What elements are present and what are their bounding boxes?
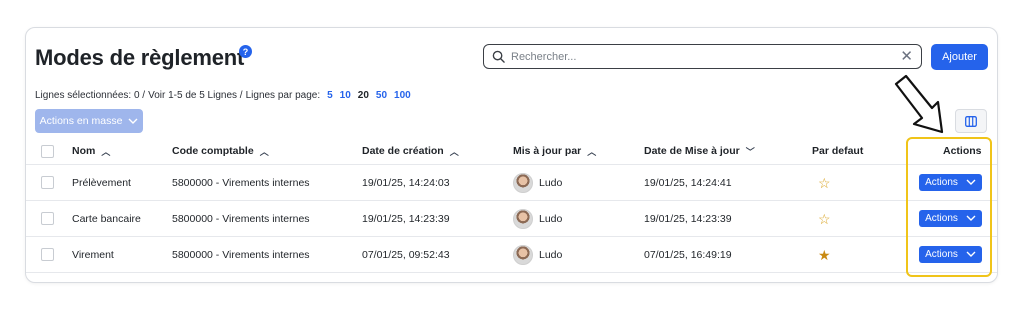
cell-nom: Carte bancaire bbox=[72, 212, 141, 225]
page-title: Modes de règlement bbox=[35, 45, 245, 70]
cell-code: 5800000 - Virements internes bbox=[172, 176, 310, 189]
per-page-5[interactable]: 5 bbox=[327, 90, 333, 101]
user-name: Ludo bbox=[539, 248, 563, 261]
payment-modes-table: Nom ︿ Code comptable ︿ Date de création ︿ M… bbox=[26, 138, 997, 273]
column-defaut-label: Par defaut bbox=[812, 145, 864, 157]
sort-asc-icon: ︿ bbox=[101, 146, 111, 157]
columns-icon bbox=[965, 115, 977, 127]
add-button[interactable]: Ajouter bbox=[931, 44, 988, 70]
column-defaut[interactable]: Par defaut bbox=[812, 138, 863, 164]
column-nom[interactable]: Nom ︿ bbox=[72, 138, 110, 164]
row-actions-button[interactable]: Actions bbox=[919, 174, 982, 191]
row-actions-label: Actions bbox=[925, 177, 958, 188]
row-actions-button[interactable]: Actions bbox=[919, 246, 982, 263]
chevron-down-icon bbox=[966, 179, 976, 185]
per-page-50[interactable]: 50 bbox=[376, 90, 387, 101]
column-code-label: Code comptable bbox=[172, 145, 254, 157]
cell-maj-date: 19/01/25, 14:24:41 bbox=[644, 176, 732, 189]
column-nom-label: Nom bbox=[72, 145, 96, 157]
avatar bbox=[513, 208, 533, 229]
star-icon[interactable]: ☆ bbox=[818, 176, 831, 190]
row-actions-label: Actions bbox=[925, 249, 958, 260]
column-maj-date[interactable]: Date de Mise à jour ﹀ bbox=[644, 138, 755, 164]
columns-button[interactable] bbox=[955, 109, 987, 133]
user-name: Ludo bbox=[539, 176, 563, 189]
cell-maj-date: 07/01/25, 16:49:19 bbox=[644, 248, 732, 261]
annotation-arrow-icon bbox=[894, 74, 944, 134]
column-creation[interactable]: Date de création ︿ bbox=[362, 138, 459, 164]
mass-actions-button[interactable]: Actions en masse bbox=[35, 109, 143, 133]
row-checkbox[interactable] bbox=[41, 176, 54, 189]
search-input[interactable] bbox=[511, 50, 901, 63]
column-maj-par[interactable]: Mis à jour par ︿ bbox=[513, 138, 596, 164]
table-row[interactable]: Carte bancaire 5800000 - Virements inter… bbox=[26, 201, 997, 237]
per-page-100[interactable]: 100 bbox=[394, 90, 411, 101]
chevron-down-icon bbox=[966, 215, 976, 221]
user-name: Ludo bbox=[539, 212, 563, 225]
per-page-20[interactable]: 20 bbox=[358, 90, 369, 101]
cell-maj-par: Ludo bbox=[513, 237, 562, 272]
avatar bbox=[513, 172, 533, 193]
star-icon[interactable]: ★ bbox=[818, 248, 831, 262]
row-actions-label: Actions bbox=[925, 213, 958, 224]
chevron-down-icon bbox=[966, 251, 976, 257]
close-icon[interactable]: ✕ bbox=[900, 49, 913, 64]
row-checkbox[interactable] bbox=[41, 212, 54, 225]
column-code[interactable]: Code comptable ︿ bbox=[172, 138, 269, 164]
row-checkbox[interactable] bbox=[41, 248, 54, 261]
cell-maj-date: 19/01/25, 14:23:39 bbox=[644, 212, 732, 225]
search-field[interactable]: ✕ bbox=[483, 44, 922, 69]
column-maj-par-label: Mis à jour par bbox=[513, 145, 582, 157]
per-page-label: Lignes par page: bbox=[245, 90, 321, 101]
mass-actions-label: Actions en masse bbox=[39, 115, 123, 127]
star-icon[interactable]: ☆ bbox=[818, 212, 831, 226]
cell-nom: Prélèvement bbox=[72, 176, 131, 189]
sort-asc-icon: ︿ bbox=[449, 146, 459, 157]
selected-count: Lignes sélectionnées: 0 / bbox=[35, 90, 146, 101]
column-creation-label: Date de création bbox=[362, 145, 444, 157]
sort-desc-icon: ﹀ bbox=[745, 146, 755, 157]
cell-creation: 19/01/25, 14:23:39 bbox=[362, 212, 450, 225]
cell-nom: Virement bbox=[72, 248, 114, 261]
column-actions: Actions bbox=[943, 138, 982, 164]
cell-creation: 19/01/25, 14:24:03 bbox=[362, 176, 450, 189]
pagination-info: Lignes sélectionnées: 0 / Voir 1-5 de 5 … bbox=[35, 90, 411, 101]
avatar bbox=[513, 244, 533, 265]
help-icon[interactable]: ? bbox=[239, 45, 252, 58]
column-maj-date-label: Date de Mise à jour bbox=[644, 145, 740, 157]
chevron-down-icon bbox=[128, 118, 138, 124]
per-page-10[interactable]: 10 bbox=[340, 90, 351, 101]
table-header: Nom ︿ Code comptable ︿ Date de création ︿ M… bbox=[26, 138, 997, 165]
table-row[interactable]: Prélèvement 5800000 - Virements internes… bbox=[26, 165, 997, 201]
cell-code: 5800000 - Virements internes bbox=[172, 212, 310, 225]
column-actions-label: Actions bbox=[943, 145, 982, 157]
cell-maj-par: Ludo bbox=[513, 201, 562, 236]
cell-code: 5800000 - Virements internes bbox=[172, 248, 310, 261]
row-actions-button[interactable]: Actions bbox=[919, 210, 982, 227]
cell-maj-par: Ludo bbox=[513, 165, 562, 200]
payment-modes-card: Modes de règlement ? ✕ Ajouter Lignes sé… bbox=[25, 27, 998, 283]
select-all-checkbox[interactable] bbox=[41, 144, 54, 158]
search-icon bbox=[492, 50, 505, 63]
cell-creation: 07/01/25, 09:52:43 bbox=[362, 248, 450, 261]
table-row[interactable]: Virement 5800000 - Virements internes 07… bbox=[26, 237, 997, 273]
sort-asc-icon: ︿ bbox=[259, 146, 269, 157]
sort-asc-icon: ︿ bbox=[587, 146, 597, 157]
range-info: Voir 1-5 de 5 Lignes / bbox=[148, 90, 243, 101]
